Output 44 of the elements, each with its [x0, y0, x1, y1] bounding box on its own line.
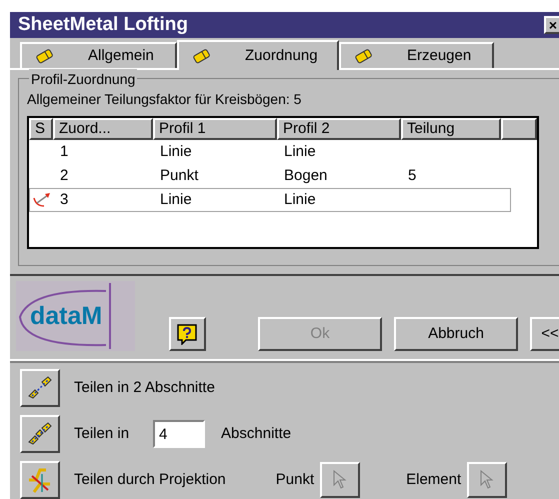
count-field[interactable]: 4 [153, 420, 206, 448]
table-cell: 2 [60, 166, 68, 184]
pick-button[interactable] [320, 462, 360, 498]
help-icon [176, 323, 198, 345]
tab[interactable]: Allgemein [20, 42, 177, 68]
table-cell: Linie [284, 142, 316, 160]
unit-label: Abschnitte [221, 424, 292, 444]
column-header[interactable]: Teilung [401, 118, 501, 140]
window-title: SheetMetal Lofting [18, 12, 188, 37]
table-cell: Punkt [160, 166, 198, 184]
pick-label: Element [406, 470, 462, 490]
logo-text: dataM [30, 304, 102, 328]
column-header[interactable]: S [29, 118, 53, 140]
table-cell: Linie [160, 142, 192, 160]
column-header[interactable]: Zuord... [53, 118, 153, 140]
dialog-button[interactable]: Abbruch [394, 317, 518, 351]
pick-label: Punkt [276, 470, 314, 490]
table-cell: 5 [408, 166, 416, 184]
tab[interactable]: Zuordnung [177, 40, 339, 70]
action-label: Teilen in 2 Abschnitte [74, 378, 215, 398]
table-row[interactable]: 3 Linie Linie [29, 188, 511, 212]
collapse-button[interactable]: << [530, 317, 559, 351]
help-button[interactable] [168, 317, 206, 351]
group-title: Profil-Zuordnung [29, 69, 138, 90]
close-button[interactable]: × [544, 16, 559, 34]
table-cell: 1 [60, 142, 68, 160]
action-button[interactable] [20, 369, 60, 407]
table-row[interactable]: 1 Linie Linie [29, 140, 511, 164]
table-cell: Linie [160, 190, 192, 208]
pick-button[interactable] [467, 462, 508, 498]
tab[interactable]: Erzeugen [339, 42, 494, 68]
action-button[interactable] [20, 461, 60, 499]
info-text: Allgemeiner Teilungsfaktor für Kreisbögen: 5 [27, 90, 302, 109]
column-header[interactable]: Profil 1 [153, 118, 277, 140]
table-row[interactable]: 2 Punkt Bogen 5 [29, 164, 511, 188]
cursor-icon [479, 470, 496, 490]
action-label: Teilen in [74, 424, 130, 444]
action-label: Teilen durch Projektion [74, 470, 226, 490]
action-button[interactable] [20, 415, 60, 453]
cursor-icon [332, 470, 348, 490]
table-cell: Bogen [284, 166, 328, 184]
table-cell: Linie [284, 190, 316, 208]
table-cell: 3 [60, 190, 68, 208]
column-header[interactable]: Profil 2 [277, 118, 401, 140]
